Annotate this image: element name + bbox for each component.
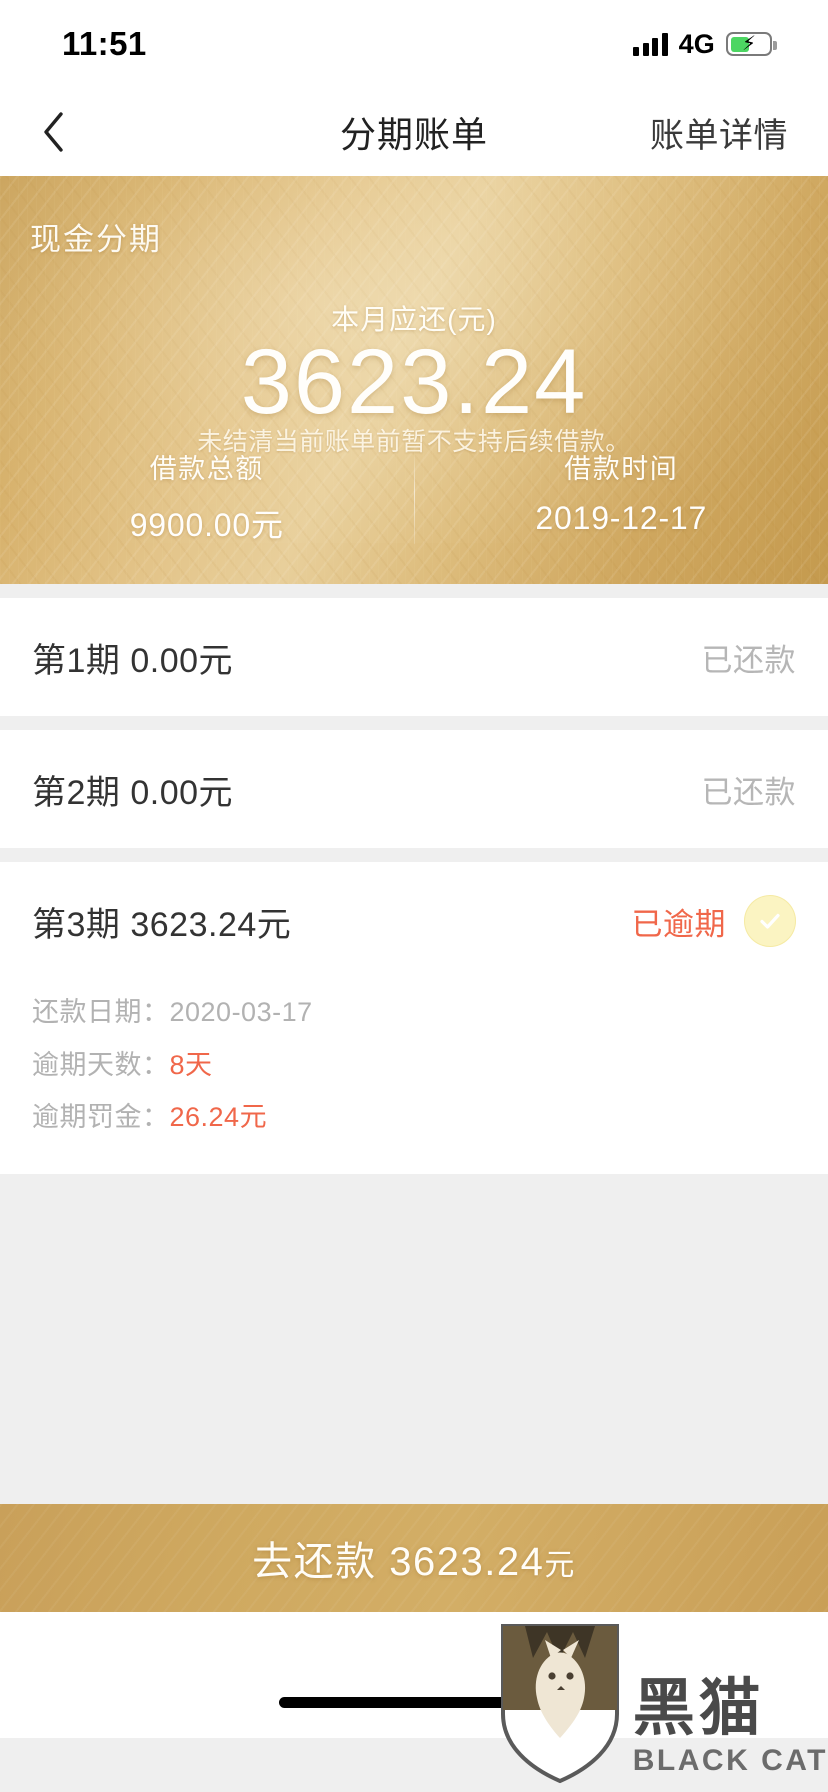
installment-title: 第2期 0.00元: [32, 773, 234, 812]
overdue-days-label: 逾期天数：: [32, 1049, 170, 1080]
list-item: 还款日期： 2020-03-17: [32, 986, 796, 1039]
overdue-details: 还款日期： 2020-03-17 逾期天数： 8天 逾期罚金： 26.24元: [32, 980, 796, 1174]
status-bar: 11:51 4G ⚡: [0, 0, 828, 88]
watermark-en-text: BLACK CAT: [632, 1744, 828, 1777]
list-item: 逾期罚金： 26.24元: [32, 1091, 796, 1144]
list-spacer: [0, 848, 828, 862]
repay-date-value: 2020-03-17: [169, 997, 313, 1027]
battery-charging-icon: ⚡: [726, 32, 777, 56]
bill-detail-link[interactable]: 账单详情: [650, 108, 788, 157]
home-indicator-area: [0, 1611, 828, 1738]
table-row[interactable]: 第1期 0.00元 已还款: [0, 598, 828, 716]
repay-button[interactable]: 去还款 3623.24元: [0, 1503, 828, 1612]
list-item: 逾期天数： 8天: [32, 1039, 796, 1092]
status-badge: 已还款: [701, 774, 796, 810]
loan-date-label: 借款时间: [564, 454, 679, 484]
back-button[interactable]: [40, 110, 100, 154]
repay-button-label: 去还款 3623.24: [252, 1539, 545, 1584]
home-indicator: [279, 1696, 549, 1708]
loan-stats: 借款总额 9900.00元 借款时间 2019-12-17: [0, 447, 828, 546]
signal-bars-icon: [633, 32, 668, 56]
check-circle-icon: [744, 895, 796, 947]
network-type-label: 4G: [678, 28, 715, 59]
loan-total-stat: 借款总额 9900.00元: [0, 447, 414, 546]
overdue-days-value: 8天: [169, 1049, 213, 1080]
product-type-label: 现金分期: [30, 222, 162, 257]
page-filler: [0, 1173, 828, 1504]
summary-card: 现金分期 本月应还(元) 3623.24 未结清当前账单前暂不支持后续借款。 借…: [0, 176, 828, 584]
repay-button-unit: 元: [544, 1548, 576, 1582]
penalty-value: 26.24元: [169, 1102, 268, 1133]
chevron-left-icon: [40, 110, 66, 154]
installment-title: 第3期 3623.24元: [32, 905, 292, 944]
table-row[interactable]: 第2期 0.00元 已还款: [0, 730, 828, 848]
status-badge: 已还款: [701, 642, 796, 678]
due-amount-value: 3623.24: [240, 331, 588, 433]
table-row[interactable]: 第3期 3623.24元 已逾期 还款日期： 2020-03-17 逾期天数： …: [0, 862, 828, 1174]
navigation-bar: 分期账单 账单详情: [0, 88, 828, 176]
installment-title: 第1期 0.00元: [32, 641, 234, 680]
list-spacer: [0, 584, 828, 598]
loan-total-label: 借款总额: [149, 454, 264, 484]
status-bar-time: 11:51: [62, 25, 147, 62]
status-badge: 已逾期: [631, 906, 726, 942]
loan-total-value: 9900.00元: [129, 507, 284, 543]
status-bar-indicators: 4G ⚡: [633, 28, 777, 60]
loan-date-value: 2019-12-17: [535, 500, 708, 536]
penalty-label: 逾期罚金：: [32, 1102, 170, 1133]
repay-date-label: 还款日期：: [32, 997, 170, 1027]
list-spacer: [0, 716, 828, 730]
loan-date-stat: 借款时间 2019-12-17: [415, 447, 828, 546]
